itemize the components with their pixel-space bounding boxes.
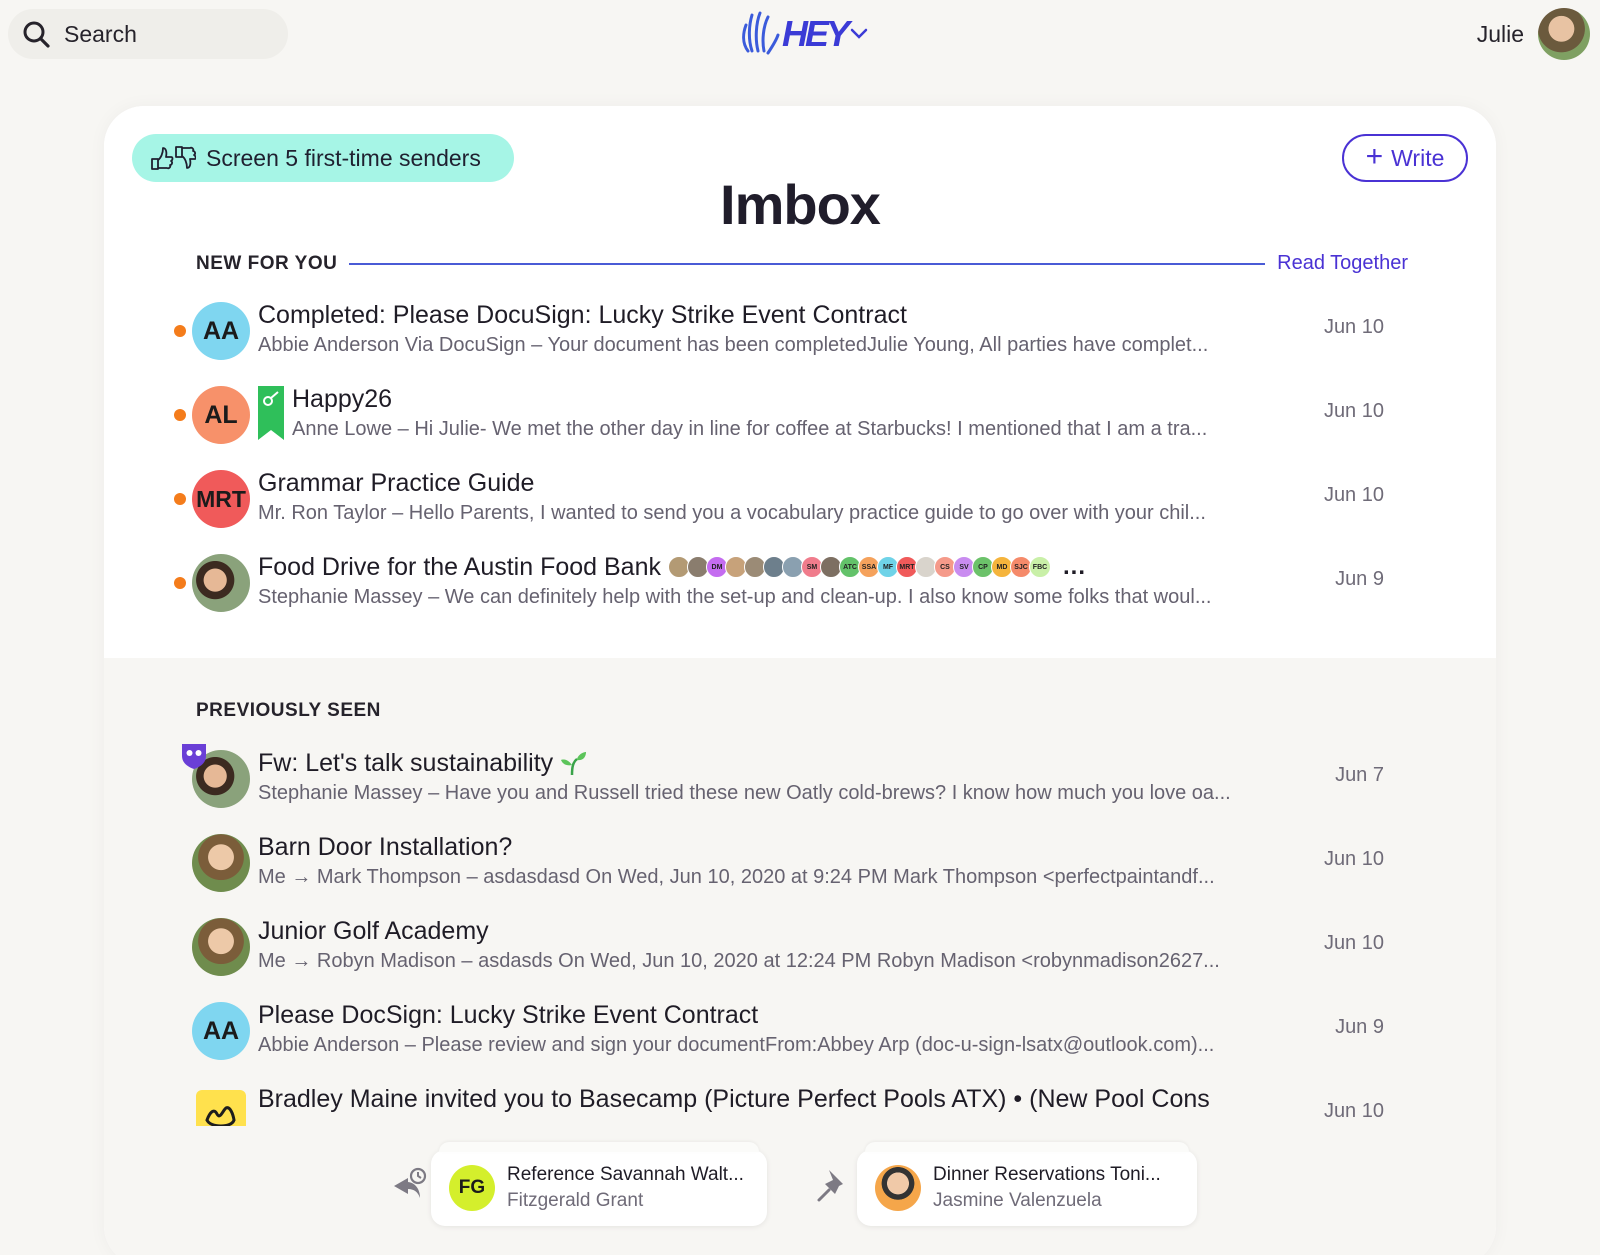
unread-dot	[174, 577, 186, 589]
email-snippet: Abbie Anderson – Please review and sign …	[258, 1034, 1215, 1056]
email-subject: Please DocSign: Lucky Strike Event Contr…	[258, 1000, 759, 1029]
email-subject: Grammar Practice Guide	[258, 468, 535, 497]
bookmark-icon	[258, 386, 284, 440]
email-snippet: Stephanie Massey – Have you and Russell …	[258, 782, 1231, 804]
read-together-link[interactable]: Read Together	[1277, 252, 1408, 275]
email-date: Jun 10	[1323, 484, 1384, 506]
page-title: Imbox	[720, 173, 881, 236]
email-subject: Fw: Let's talk sustainability	[258, 748, 554, 777]
email-row[interactable]: Barn Door Installation? Me → Mark Thomps…	[174, 833, 1384, 914]
previously-seen-header: PREVIOUSLY SEEN	[196, 700, 1408, 722]
thumbs-up-down-icon	[151, 146, 196, 170]
email-row[interactable]: AA Completed: Please DocuSign: Lucky Str…	[174, 301, 1384, 382]
user-name: Julie	[1476, 20, 1524, 47]
email-row[interactable]: Fw: Let's talk sustainability Stephanie …	[174, 744, 1384, 830]
email-row[interactable]: MRT Grammar Practice Guide Mr. Ron Taylo…	[174, 469, 1384, 550]
email-subject-line: Fw: Let's talk sustainability	[258, 746, 1244, 780]
plus-icon: +	[1365, 139, 1384, 173]
basecamp-logo-icon	[196, 1090, 246, 1126]
tray-sender: Jasmine Valenzuela	[933, 1190, 1102, 1211]
email-row[interactable]: Junior Golf Academy Me → Robyn Madison –…	[174, 917, 1384, 998]
email-row[interactable]: Bradley Maine invited you to Basecamp (P…	[174, 1086, 1384, 1126]
bottom-tray: FG Reference Savannah Walt... Fitzgerald…	[0, 1140, 1600, 1255]
email-date: Jun 9	[1335, 1016, 1384, 1038]
tray-title: Reference Savannah Walt...	[507, 1164, 744, 1185]
participant-avatars: DM SM ATC SSA MF MRT CS SV CP MD SJC FBC	[668, 556, 1051, 578]
search-icon	[23, 21, 50, 48]
search-label: Search	[64, 20, 137, 47]
seedling-icon	[561, 752, 587, 776]
email-date: Jun 10	[1323, 400, 1384, 422]
new-for-you-label: NEW FOR YOU	[196, 252, 338, 274]
avatar	[875, 1165, 921, 1211]
email-date: Jun 10	[1323, 1100, 1384, 1122]
email-date: Jun 7	[1335, 764, 1384, 786]
section-divider	[349, 262, 1266, 265]
screen-senders-label: Screen 5 first-time senders	[206, 144, 481, 171]
avatar: AA	[192, 302, 250, 360]
email-snippet: Mr. Ron Taylor – Hello Parents, I wanted…	[258, 502, 1206, 524]
user-menu[interactable]: Julie	[1477, 8, 1590, 60]
new-for-you-section: Screen 5 first-time senders + Write Imbo…	[104, 106, 1496, 658]
avatar	[192, 554, 250, 612]
email-date: Jun 10	[1323, 848, 1384, 870]
pin-icon[interactable]	[815, 1166, 853, 1204]
more-participants: ...	[1063, 553, 1087, 580]
set-aside-card[interactable]: Dinner Reservations Toni... Jasmine Vale…	[857, 1142, 1197, 1226]
avatar: AL	[192, 386, 250, 444]
email-snippet: Abbie Anderson Via DocuSign – Your docum…	[258, 334, 1209, 356]
waving-hand-icon	[742, 11, 780, 55]
reply-later-icon[interactable]	[390, 1166, 428, 1204]
email-subject: Barn Door Installation?	[258, 832, 513, 861]
email-date: Jun 10	[1323, 932, 1384, 954]
new-for-you-header: NEW FOR YOU Read Together	[196, 252, 1408, 275]
search-button[interactable]: Search	[8, 9, 288, 59]
user-avatar	[1538, 8, 1590, 60]
avatar: FG	[449, 1165, 495, 1211]
email-subject: Bradley Maine invited you to Basecamp (P…	[258, 1086, 1210, 1113]
email-snippet: Stephanie Massey – We can definitely hel…	[258, 586, 1212, 608]
hey-logo-menu[interactable]: HEY	[740, 10, 869, 58]
avatar: MRT	[192, 470, 250, 528]
tray-sender: Fitzgerald Grant	[507, 1190, 644, 1211]
imbox-card: Screen 5 first-time senders + Write Imbo…	[104, 106, 1496, 1255]
write-label: Write	[1391, 144, 1445, 171]
email-date: Jun 10	[1323, 316, 1384, 338]
reply-later-card[interactable]: FG Reference Savannah Walt... Fitzgerald…	[431, 1142, 767, 1226]
email-snippet: Anne Lowe – Hi Julie- We met the other d…	[292, 418, 1208, 440]
top-bar: Search HEY Julie	[0, 0, 1600, 70]
email-subject: Happy26	[292, 384, 393, 413]
shield-badge-icon	[182, 744, 206, 769]
email-date: Jun 9	[1335, 568, 1384, 590]
unread-dot	[174, 493, 186, 505]
email-snippet: Me → Robyn Madison – asdasds On Wed, Jun…	[258, 950, 1220, 972]
email-snippet: Me → Mark Thompson – asdasdasd On Wed, J…	[258, 866, 1215, 888]
previously-seen-label: PREVIOUSLY SEEN	[196, 700, 381, 721]
email-subject: Completed: Please DocuSign: Lucky Strike…	[258, 300, 907, 329]
avatar	[192, 834, 250, 892]
unread-dot	[174, 409, 186, 421]
email-row[interactable]: AA Please DocSign: Lucky Strike Event Co…	[174, 1001, 1384, 1082]
chevron-down-icon	[850, 28, 868, 39]
avatar: AA	[192, 1002, 250, 1060]
logo-text: HEY	[782, 13, 850, 54]
tray-title: Dinner Reservations Toni...	[933, 1164, 1161, 1185]
email-row[interactable]: Food Drive for the Austin Food Bank DM SM…	[174, 553, 1384, 634]
unread-dot	[174, 325, 186, 337]
email-row[interactable]: AL Happy26 Anne Lowe – Hi Julie- We met …	[174, 385, 1384, 466]
avatar	[192, 918, 250, 976]
email-subject: Food Drive for the Austin Food Bank	[258, 552, 661, 581]
participant-avatar: FBC	[1029, 556, 1051, 578]
email-subject: Junior Golf Academy	[258, 916, 489, 945]
email-subject-line: Food Drive for the Austin Food Bank DM SM…	[258, 550, 1244, 584]
